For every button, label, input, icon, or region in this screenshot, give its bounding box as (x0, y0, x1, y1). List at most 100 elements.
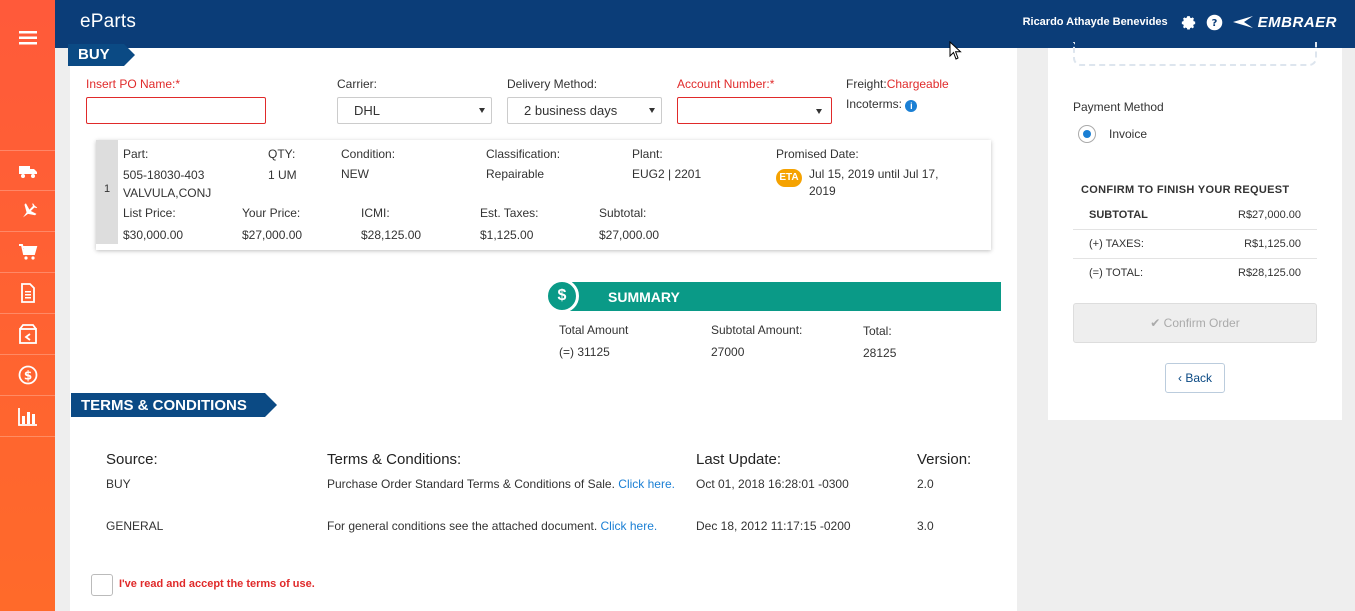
terms-row-version: 2.0 (917, 477, 934, 491)
dollar-icon: $ (545, 279, 579, 313)
invoice-radio[interactable] (1078, 125, 1096, 143)
document-icon[interactable] (0, 273, 55, 314)
accept-terms-label[interactable]: I've read and accept the terms of use. (119, 578, 315, 590)
total-value: R$28,125.00 (1238, 267, 1301, 279)
brand-logo[interactable]: eParts (80, 11, 136, 33)
total-amount-value: (=) 31125 (559, 345, 610, 359)
promised-date-line1: Jul 15, 2019 until Jul 17, (809, 167, 939, 181)
click-here-link[interactable]: Click here. (601, 519, 658, 533)
subtotal-amount-label: Subtotal Amount: (711, 323, 803, 337)
part-label: Part: (123, 147, 149, 161)
carrier-value: DHL (354, 103, 381, 118)
account-number-select[interactable] (677, 97, 832, 124)
promised-date-label: Promised Date: (776, 147, 859, 161)
info-icon[interactable]: i (905, 100, 918, 112)
subtotal-amount-value: 27000 (711, 345, 745, 359)
terms-row-text: Purchase Order Standard Terms & Conditio… (327, 476, 687, 493)
bar-chart-icon[interactable] (0, 396, 55, 437)
icmi-label: ICMI: (361, 206, 390, 220)
truck-icon[interactable] (0, 150, 55, 191)
menu-icon[interactable] (0, 17, 55, 58)
main-panel: BUY Insert PO Name:* Carrier: DHL Delive… (68, 44, 1017, 611)
classification-value: Repairable (486, 167, 545, 181)
cart-icon[interactable] (0, 232, 55, 273)
delivery-method-label: Delivery Method: (507, 77, 598, 91)
po-name-input[interactable] (86, 97, 266, 124)
classification-label: Classification: (486, 147, 561, 161)
condition-value: NEW (341, 167, 369, 181)
confirm-order-button[interactable]: ✔ Confirm Order (1073, 303, 1317, 343)
total-label: (=) TOTAL: (1089, 267, 1144, 279)
taxes-value: R$1,125.00 (1244, 238, 1301, 250)
gear-icon[interactable] (1180, 13, 1198, 31)
accept-terms-checkbox[interactable] (91, 574, 113, 596)
est-taxes-label: Est. Taxes: (480, 206, 539, 220)
order-summary-panel: Payment Method Invoice CONFIRM TO FINISH… (1048, 42, 1342, 420)
total-amount-label: Total Amount (559, 323, 629, 337)
part-card: 1 Part: 505-18030-403 VALVULA,CONJ QTY: … (96, 140, 991, 250)
your-price-value: $27,000.00 (242, 228, 303, 242)
chevron-down-icon (816, 109, 822, 114)
terms-row-description: Purchase Order Standard Terms & Conditio… (327, 477, 615, 491)
embraer-logo: EMBRAER (1232, 14, 1337, 31)
terms-row-source: GENERAL (106, 519, 164, 533)
summary-total-value: 28125 (863, 346, 897, 360)
chevron-left-icon: ‹ (1177, 371, 1182, 385)
terms-row-text: For general conditions see the attached … (327, 518, 667, 535)
user-name[interactable]: Ricardo Athayde Benevides (1023, 16, 1168, 28)
chevron-down-icon (649, 108, 655, 113)
terms-row-source: BUY (106, 477, 131, 491)
freight-info: Freight:Chargeable (846, 77, 949, 91)
qty-label: QTY: (268, 147, 296, 161)
subtotal-value: $27,000.00 (599, 228, 660, 242)
account-number-label: Account Number:* (677, 77, 775, 91)
summary-total-label: Total: (863, 324, 892, 338)
svg-text:?: ? (1212, 18, 1218, 29)
confirm-title: CONFIRM TO FINISH YOUR REQUEST (1081, 184, 1290, 196)
dropzone-box (1073, 42, 1317, 66)
freight-label: Freight: (846, 77, 887, 91)
your-price-label: Your Price: (242, 206, 301, 220)
list-price-label: List Price: (123, 206, 176, 220)
invoice-label[interactable]: Invoice (1109, 127, 1147, 141)
list-price-value: $30,000.00 (123, 228, 184, 242)
est-taxes-value: $1,125.00 (480, 228, 534, 242)
dollar-icon[interactable]: $ (0, 355, 55, 396)
taxes-label: (+) TAXES: (1089, 238, 1144, 250)
subtotal-value: R$27,000.00 (1238, 209, 1301, 221)
terms-row-version: 3.0 (917, 519, 934, 533)
plant-value: EUG2 | 2201 (632, 167, 702, 181)
top-bar: eParts Ricardo Athayde Benevides ? EMBRA… (0, 0, 1355, 48)
qty-value: 1 UM (268, 168, 297, 182)
part-number: 505-18030-403 (123, 168, 205, 182)
icmi-value: $28,125.00 (361, 228, 422, 242)
mouse-cursor-icon (949, 41, 962, 60)
click-here-link[interactable]: Click here. (618, 477, 675, 491)
subtotal-row: SUBTOTAL R$27,000.00 (1073, 201, 1317, 230)
po-name-label: Insert PO Name:* (86, 77, 181, 91)
chevron-down-icon (479, 108, 485, 113)
terms-header: Terms & Conditions: (327, 451, 462, 468)
airplane-icon[interactable] (0, 191, 55, 232)
terms-row-last-update: Dec 18, 2012 11:17:15 -0200 (696, 519, 851, 533)
incoterms-info: Incoterms: i (846, 97, 918, 112)
incoterms-label: Incoterms: (846, 97, 903, 111)
taxes-row: (+) TAXES: R$1,125.00 (1073, 230, 1317, 259)
help-icon[interactable]: ? (1206, 13, 1224, 31)
buy-section-title: BUY (68, 44, 135, 66)
subtotal-label: Subtotal: (599, 206, 647, 220)
part-index: 1 (96, 140, 118, 244)
svg-text:$: $ (23, 369, 31, 383)
delivery-method-select[interactable]: 2 business days (507, 97, 662, 124)
summary-title: SUMMARY (608, 289, 680, 305)
subtotal-label: SUBTOTAL (1089, 209, 1148, 221)
return-box-icon[interactable] (0, 314, 55, 355)
part-name: VALVULA,CONJ (123, 186, 212, 200)
user-area: Ricardo Athayde Benevides ? EMBRAER (1023, 13, 1337, 31)
payment-method-label: Payment Method (1073, 100, 1164, 114)
terms-section-title: TERMS & CONDITIONS (71, 393, 277, 417)
source-header: Source: (106, 451, 158, 468)
back-button[interactable]: ‹ Back (1165, 363, 1225, 393)
carrier-select[interactable]: DHL (337, 97, 492, 124)
terms-row-description: For general conditions see the attached … (327, 519, 598, 533)
